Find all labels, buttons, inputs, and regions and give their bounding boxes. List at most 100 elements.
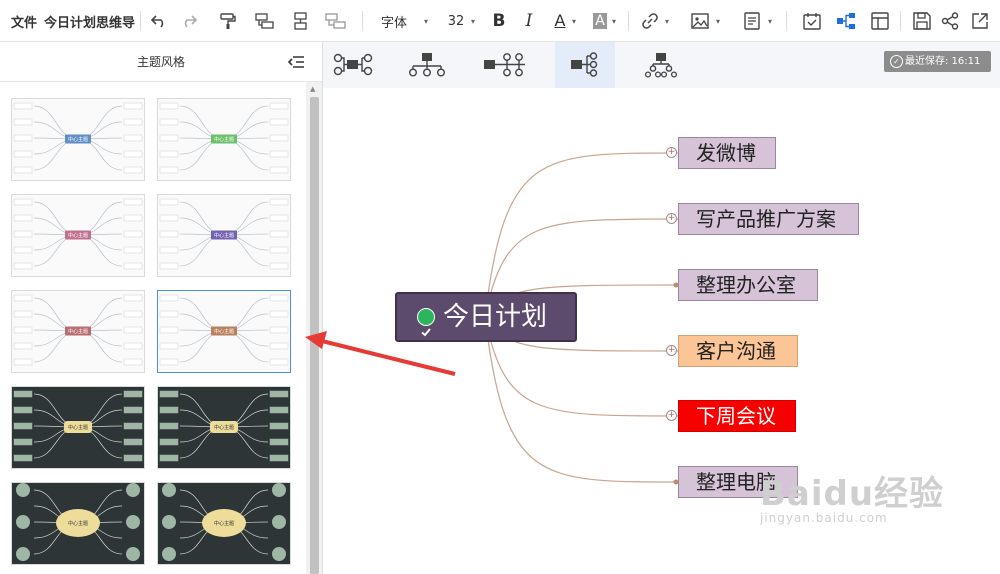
insert-image-button[interactable] — [688, 0, 712, 42]
theme-center-label: 中心主题 — [214, 520, 234, 527]
font-family-select[interactable]: 字体 — [374, 0, 414, 42]
expand-plus-icon[interactable]: + — [666, 147, 677, 158]
chevron-down-icon[interactable]: ▾ — [424, 0, 428, 42]
theme-preview: 中心主题 — [13, 198, 143, 270]
watermark-main-text: Baidu经验 — [760, 474, 945, 514]
insert-sibling-button[interactable] — [288, 0, 314, 42]
save-icon — [913, 12, 931, 30]
check-icon — [417, 308, 435, 337]
chevron-down-icon[interactable]: ▾ — [716, 0, 720, 42]
theme-thumbnail[interactable]: 中心主题 — [11, 98, 145, 181]
theme-preview: 中心主题 — [159, 198, 289, 270]
theme-thumbnail[interactable]: 中心主题 — [157, 386, 291, 469]
branch-topic-label: 发微博 — [696, 141, 756, 165]
theme-preview: 中心主题 — [159, 102, 289, 174]
bold-button[interactable]: B — [489, 0, 509, 42]
redo-button[interactable] — [178, 0, 200, 42]
theme-thumbnail[interactable]: 中心主题 — [11, 386, 145, 469]
structure-button[interactable] — [834, 0, 858, 42]
collapse-left-icon — [287, 56, 304, 68]
chevron-down-icon[interactable]: ▾ — [768, 0, 772, 42]
chevron-down-icon[interactable]: ▾ — [471, 0, 475, 42]
scrollbar-thumb[interactable] — [310, 97, 319, 574]
branch-topic-label: 客户沟通 — [696, 339, 776, 363]
theme-center-label: 中心主题 — [68, 232, 88, 239]
branch-topic-label: 写产品推广方案 — [696, 207, 836, 231]
branch-topic[interactable]: 写产品推广方案 — [678, 203, 859, 235]
baidu-watermark: Baidu经验 jingyan.baidu.com — [760, 466, 944, 525]
theme-center-label: 中心主题 — [214, 328, 234, 335]
theme-preview: 中心主题 — [16, 483, 140, 561]
task-button[interactable] — [800, 0, 824, 42]
sibling-icon — [294, 12, 307, 30]
toolbar-separator — [628, 11, 629, 31]
layout-icon — [871, 12, 889, 30]
theme-panel: 主题风格 中心主题 中心主题 中心主题 中心主题 中心主题 中心主题 中心主题 中心主题 中心主… — [0, 42, 323, 574]
insert-summary-button[interactable] — [322, 0, 350, 42]
root-topic[interactable]: 今日计划 — [395, 292, 577, 342]
branch-topic[interactable]: 整理办公室 — [678, 269, 818, 301]
toolbar-separator — [786, 11, 787, 31]
insert-subtopic-button[interactable] — [252, 0, 278, 42]
layout-panel-button[interactable] — [868, 0, 892, 42]
expand-plus-icon[interactable]: + — [666, 213, 677, 224]
theme-thumbnail[interactable]: 中心主题 — [157, 290, 291, 373]
save-button[interactable] — [910, 0, 934, 42]
branch-topic-label: 整理办公室 — [696, 273, 796, 297]
note-icon — [744, 12, 760, 30]
theme-center-label: 中心主题 — [214, 424, 234, 431]
insert-link-button[interactable] — [638, 0, 662, 42]
theme-center-label: 中心主题 — [68, 424, 88, 431]
subtopic-icon — [255, 13, 274, 29]
theme-center-label: 中心主题 — [68, 328, 88, 335]
file-menu[interactable]: 文件 — [8, 0, 40, 42]
undo-button[interactable] — [148, 0, 170, 42]
theme-thumbnail[interactable]: 中心主题 — [11, 194, 145, 277]
toolbar-separator — [900, 11, 901, 31]
branch-topic[interactable]: 客户沟通 — [678, 335, 798, 367]
branch-topic-label: 下周会议 — [696, 404, 776, 428]
font-size-select[interactable]: 32 — [444, 0, 468, 42]
theme-thumbnail[interactable]: 中心主题 — [157, 98, 291, 181]
chevron-down-icon[interactable]: ▾ — [612, 0, 616, 42]
highlight-button[interactable]: A — [590, 0, 610, 42]
summary-icon — [325, 13, 346, 29]
font-color-button[interactable]: A — [550, 0, 570, 42]
format-painter-button[interactable] — [216, 0, 240, 42]
theme-preview: 中心主题 — [159, 294, 289, 366]
highlight-label: A — [593, 13, 607, 29]
mindmap-editor-app: 文件 今日计划思维导 字体 ▾ 32 ▾ B I A ▾ A ▾ ▾ ▾ ▾ 主… — [0, 0, 1000, 574]
export-button[interactable] — [968, 0, 992, 42]
chevron-down-icon[interactable]: ▾ — [665, 0, 669, 42]
theme-thumbnail[interactable]: 中心主题 — [157, 482, 291, 565]
share-icon — [941, 12, 959, 30]
document-title[interactable]: 今日计划思维导 — [44, 0, 136, 42]
expand-plus-icon[interactable]: + — [666, 345, 677, 356]
redo-icon — [184, 15, 197, 28]
insert-note-button[interactable] — [740, 0, 764, 42]
theme-center-label: 中心主题 — [214, 232, 234, 239]
theme-thumbnail[interactable]: 中心主题 — [11, 482, 145, 565]
chevron-down-icon[interactable]: ▾ — [572, 0, 576, 42]
calendar-check-icon — [803, 13, 821, 30]
branch-topic[interactable]: 发微博 — [678, 137, 776, 169]
font-color-label: A — [554, 11, 566, 30]
link-icon — [642, 13, 658, 29]
mindmap-structure-icon — [837, 13, 855, 29]
branch-topic[interactable]: 下周会议 — [678, 400, 796, 432]
toolbar-separator — [362, 11, 363, 31]
collapse-panel-button[interactable] — [287, 54, 305, 70]
theme-preview: 中心主题 — [162, 483, 286, 561]
theme-thumbnail[interactable]: 中心主题 — [11, 290, 145, 373]
toolbar: 文件 今日计划思维导 字体 ▾ 32 ▾ B I A ▾ A ▾ ▾ ▾ ▾ — [0, 0, 1000, 42]
share-button[interactable] — [938, 0, 962, 42]
theme-center-label: 中心主题 — [68, 136, 88, 143]
image-icon — [691, 13, 709, 29]
theme-preview: 中心主题 — [13, 102, 143, 174]
theme-thumbnail[interactable]: 中心主题 — [157, 194, 291, 277]
expand-plus-icon[interactable]: + — [666, 410, 677, 421]
scroll-up-icon[interactable]: ▲ — [310, 85, 315, 93]
theme-center-label: 中心主题 — [214, 136, 234, 143]
italic-button[interactable]: I — [519, 0, 539, 42]
export-icon — [972, 13, 988, 29]
